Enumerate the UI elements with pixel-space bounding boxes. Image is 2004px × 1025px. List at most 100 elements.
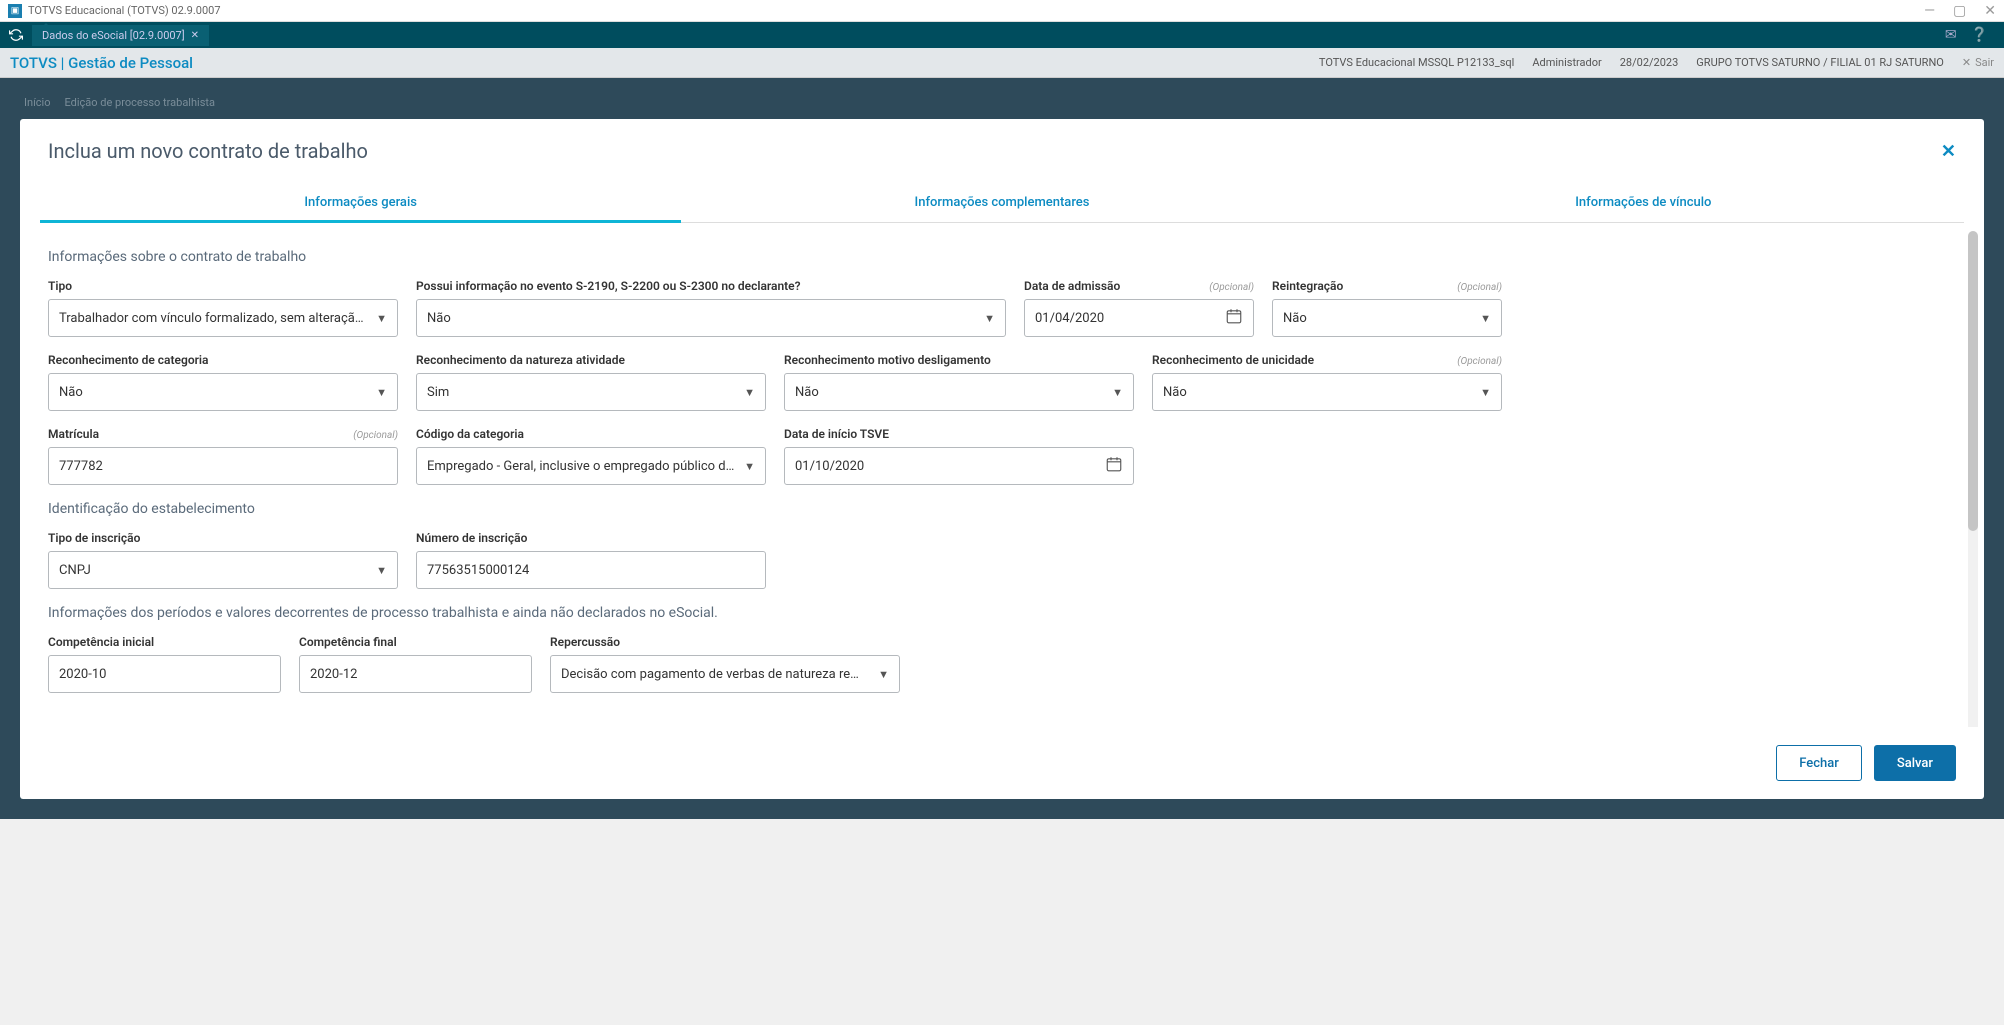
field-label: Matrícula [48, 427, 99, 441]
card-header: Inclua um novo contrato de trabalho ✕ [20, 119, 1984, 175]
scrollbar[interactable] [1968, 231, 1978, 727]
chevron-down-icon: ▼ [376, 386, 387, 399]
mail-icon[interactable]: ✉ [1945, 27, 1957, 43]
field-matricula: Matrícula (Opcional) 777782 [48, 427, 398, 485]
os-titlebar: ▣ TOTVS Educacional (TOTVS) 02.9.0007 — … [0, 0, 2004, 22]
date-value: 01/04/2020 [1035, 311, 1104, 326]
field-label: Data de início TSVE [784, 427, 889, 441]
page-title: Inclua um novo contrato de trabalho [48, 139, 368, 163]
field-label: Número de inscrição [416, 531, 527, 545]
field-repercussao: Repercussão Decisão com pagamento de ver… [550, 635, 900, 693]
section-title-contract: Informações sobre o contrato de trabalho [48, 249, 1956, 265]
data-tsve-input[interactable]: 01/10/2020 [784, 447, 1134, 485]
rec-categoria-select[interactable]: Não ▼ [48, 373, 398, 411]
field-label: Reconhecimento de unicidade [1152, 353, 1314, 367]
rec-unicidade-select[interactable]: Não ▼ [1152, 373, 1502, 411]
chevron-down-icon: ▼ [1112, 386, 1123, 399]
chevron-down-icon: ▼ [376, 564, 387, 577]
help-icon[interactable]: ❔ [1971, 27, 1988, 43]
form-row: Tipo Trabalhador com vínculo formalizado… [48, 279, 1956, 337]
content-card: Inclua um novo contrato de trabalho ✕ In… [20, 119, 1984, 799]
tipo-inscricao-select[interactable]: CNPJ ▼ [48, 551, 398, 589]
reload-icon[interactable] [6, 25, 26, 45]
field-rec-categoria: Reconhecimento de categoria Não ▼ [48, 353, 398, 411]
date-value: 01/10/2020 [795, 459, 864, 474]
brand-bar: TOTVS | Gestão de Pessoal TOTVS Educacio… [0, 48, 2004, 78]
possui-select[interactable]: Não ▼ [416, 299, 1006, 337]
form-tabs: Informações gerais Informações complemen… [40, 183, 1964, 223]
card-footer: Fechar Salvar [20, 727, 1984, 799]
competencia-final-input[interactable]: 2020-12 [299, 655, 532, 693]
exit-icon: ✕ [1962, 56, 1971, 69]
exit-link[interactable]: ✕ Sair [1962, 56, 1994, 69]
chevron-down-icon: ▼ [984, 312, 995, 325]
select-value: Decisão com pagamento de verbas de natur… [561, 667, 878, 682]
rec-motivo-select[interactable]: Não ▼ [784, 373, 1134, 411]
breadcrumb-area: Início Edição de processo trabalhista [0, 78, 2004, 119]
org-label: GRUPO TOTVS SATURNO / FILIAL 01 RJ SATUR… [1696, 56, 1944, 69]
breadcrumb-current[interactable]: Edição de processo trabalhista [65, 96, 215, 109]
input-value: 2020-10 [59, 667, 106, 682]
close-icon[interactable]: ✕ [1941, 141, 1956, 162]
select-value: Não [427, 311, 459, 326]
save-button[interactable]: Salvar [1874, 745, 1956, 781]
reintegracao-select[interactable]: Não ▼ [1272, 299, 1502, 337]
exit-label: Sair [1975, 56, 1994, 69]
input-value: 777782 [59, 459, 103, 474]
chevron-down-icon: ▼ [744, 460, 755, 473]
close-window-icon[interactable]: ✕ [1984, 3, 1996, 19]
field-rec-natureza: Reconhecimento da natureza atividade Sim… [416, 353, 766, 411]
close-button-label: Fechar [1799, 756, 1839, 771]
form-row: Reconhecimento de categoria Não ▼ Reconh… [48, 353, 1956, 411]
select-value: Sim [427, 385, 457, 400]
chevron-down-icon: ▼ [1480, 386, 1491, 399]
content-outer: Inclua um novo contrato de trabalho ✕ In… [0, 119, 2004, 819]
field-label: Reconhecimento motivo desligamento [784, 353, 991, 367]
tab-close-icon[interactable]: ✕ [191, 30, 199, 41]
field-competencia-inicial: Competência inicial 2020-10 [48, 635, 281, 693]
select-value: Trabalhador com vínculo formalizado, sem… [59, 311, 376, 326]
field-label: Reintegração [1272, 279, 1343, 293]
field-data-admissao: Data de admissão (Opcional) 01/04/2020 [1024, 279, 1254, 337]
field-label: Possui informação no evento S-2190, S-22… [416, 279, 801, 293]
scrollbar-thumb[interactable] [1968, 231, 1978, 531]
field-label: Competência inicial [48, 635, 154, 649]
breadcrumb-home[interactable]: Início [24, 96, 51, 109]
rec-natureza-select[interactable]: Sim ▼ [416, 373, 766, 411]
field-label: Reconhecimento de categoria [48, 353, 209, 367]
field-label: Data de admissão [1024, 279, 1120, 293]
field-codigo-categoria: Código da categoria Empregado - Geral, i… [416, 427, 766, 485]
field-label: Repercussão [550, 635, 620, 649]
field-label: Código da categoria [416, 427, 524, 441]
calendar-icon [1105, 455, 1123, 477]
app-tabbar: Dados do eSocial [02.9.0007] ✕ ✉ ❔ [0, 22, 2004, 48]
field-label: Tipo de inscrição [48, 531, 140, 545]
field-label: Tipo [48, 279, 72, 293]
matricula-input[interactable]: 777782 [48, 447, 398, 485]
chevron-down-icon: ▼ [376, 312, 387, 325]
document-tab[interactable]: Dados do eSocial [02.9.0007] ✕ [32, 25, 209, 46]
form-area: Informações sobre o contrato de trabalho… [20, 223, 1984, 727]
codigo-categoria-select[interactable]: Empregado - Geral, inclusive o empregado… [416, 447, 766, 485]
form-row: Competência inicial 2020-10 Competência … [48, 635, 1956, 693]
breadcrumb: Início Edição de processo trabalhista [20, 90, 1984, 119]
field-possui-info: Possui informação no evento S-2190, S-22… [416, 279, 1006, 337]
select-value: Não [1163, 385, 1195, 400]
data-admissao-input[interactable]: 01/04/2020 [1024, 299, 1254, 337]
tab-label: Dados do eSocial [02.9.0007] [42, 29, 185, 42]
brand-right: TOTVS Educacional MSSQL P12133_sql Admin… [1319, 56, 1994, 69]
minimize-icon[interactable]: — [1924, 3, 1935, 19]
calendar-icon [1225, 307, 1243, 329]
input-value: 77563515000124 [427, 563, 529, 578]
competencia-inicial-input[interactable]: 2020-10 [48, 655, 281, 693]
field-reintegracao: Reintegração (Opcional) Não ▼ [1272, 279, 1502, 337]
numero-inscricao-input[interactable]: 77563515000124 [416, 551, 766, 589]
tab-informacoes-vinculo[interactable]: Informações de vínculo [1323, 183, 1964, 222]
repercussao-select[interactable]: Decisão com pagamento de verbas de natur… [550, 655, 900, 693]
close-button[interactable]: Fechar [1776, 745, 1862, 781]
tab-informacoes-gerais[interactable]: Informações gerais [40, 183, 681, 222]
tipo-select[interactable]: Trabalhador com vínculo formalizado, sem… [48, 299, 398, 337]
field-tipo: Tipo Trabalhador com vínculo formalizado… [48, 279, 398, 337]
maximize-icon[interactable]: ▢ [1953, 3, 1966, 19]
tab-informacoes-complementares[interactable]: Informações complementares [681, 183, 1322, 222]
